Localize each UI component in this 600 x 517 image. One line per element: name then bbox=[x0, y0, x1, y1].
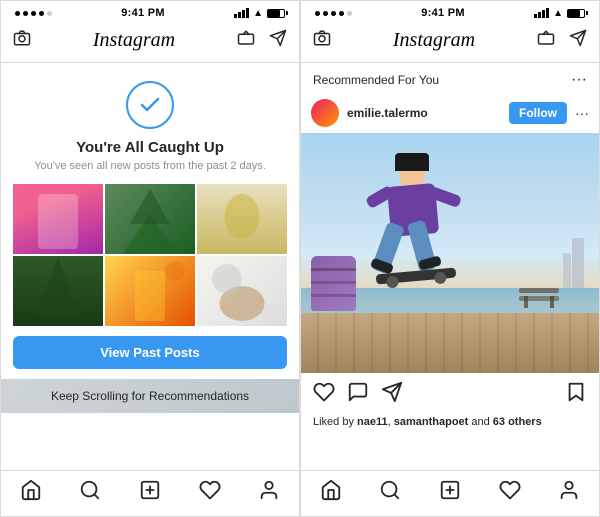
action-icons-left bbox=[313, 381, 403, 408]
like-icon[interactable] bbox=[313, 381, 335, 408]
top-nav-right: Instagram bbox=[301, 23, 599, 63]
battery-icon bbox=[267, 9, 285, 18]
send-icon[interactable] bbox=[269, 29, 287, 52]
camera-icon-right[interactable] bbox=[313, 29, 331, 52]
caught-subtitle: You've seen all new posts from the past … bbox=[14, 160, 286, 172]
status-icons-right: ▲ bbox=[534, 8, 585, 19]
liked-by-text: Liked by nae11, samanthapoet and 63 othe… bbox=[313, 416, 542, 428]
comment-icon[interactable] bbox=[347, 381, 369, 408]
share-icon[interactable] bbox=[381, 381, 403, 408]
status-time-right: 9:41 PM bbox=[421, 7, 465, 19]
recommended-more-icon[interactable]: ··· bbox=[571, 71, 587, 89]
avatar[interactable] bbox=[311, 99, 339, 127]
tv-icon-right[interactable] bbox=[537, 29, 555, 52]
home-icon[interactable] bbox=[20, 479, 42, 506]
battery-icon-right bbox=[567, 9, 585, 18]
signal-dots-right bbox=[315, 11, 352, 16]
status-bar-left: 9:41 PM ▲ bbox=[1, 1, 299, 23]
post-image bbox=[301, 133, 599, 373]
check-circle bbox=[126, 81, 174, 129]
follow-button[interactable]: Follow bbox=[509, 102, 567, 124]
add-post-icon[interactable] bbox=[139, 479, 161, 506]
username[interactable]: emilie.talermo bbox=[347, 106, 428, 120]
nav-right-left bbox=[237, 29, 287, 52]
add-post-icon-right[interactable] bbox=[439, 479, 461, 506]
post-header-right: Follow ··· bbox=[509, 102, 589, 124]
liked-by: Liked by nae11, samanthapoet and 63 othe… bbox=[301, 416, 599, 434]
view-past-posts-button[interactable]: View Past Posts bbox=[13, 336, 287, 369]
photo-grid bbox=[13, 184, 287, 326]
post-user: emilie.talermo bbox=[311, 99, 428, 127]
status-icons-left: ▲ bbox=[234, 8, 285, 19]
camera-icon[interactable] bbox=[13, 29, 31, 52]
grid-cell-5 bbox=[105, 256, 195, 326]
save-icon[interactable] bbox=[565, 381, 587, 408]
tv-icon[interactable] bbox=[237, 29, 255, 52]
app-title-right: Instagram bbox=[393, 29, 475, 52]
grid-cell-4 bbox=[13, 256, 103, 326]
heart-icon-right[interactable] bbox=[499, 479, 521, 506]
post-header: emilie.talermo Follow ··· bbox=[301, 93, 599, 133]
heart-icon[interactable] bbox=[199, 479, 221, 506]
keep-scrolling-banner[interactable]: Keep Scrolling for Recommendations bbox=[1, 379, 299, 413]
status-bar-right: 9:41 PM ▲ bbox=[301, 1, 599, 23]
skater-figure bbox=[361, 163, 481, 323]
top-nav-left: Instagram bbox=[1, 23, 299, 63]
send-icon-right[interactable] bbox=[569, 29, 587, 52]
wifi-icon: ▲ bbox=[253, 8, 263, 19]
wifi-icon-right: ▲ bbox=[553, 8, 563, 19]
signal-bars-icon bbox=[234, 8, 249, 18]
recommended-label: Recommended For You bbox=[313, 73, 439, 87]
home-icon-right[interactable] bbox=[320, 479, 342, 506]
search-icon-right[interactable] bbox=[379, 479, 401, 506]
caught-up-section: You're All Caught Up You've seen all new… bbox=[1, 63, 299, 184]
grid-cell-2 bbox=[105, 184, 195, 254]
recommended-section: Recommended For You ··· bbox=[301, 63, 599, 93]
bottom-nav-left bbox=[1, 470, 299, 516]
profile-icon[interactable] bbox=[258, 479, 280, 506]
bottom-nav-right bbox=[301, 470, 599, 516]
status-time-left: 9:41 PM bbox=[121, 7, 165, 19]
right-phone: 9:41 PM ▲ Instagram bbox=[300, 0, 600, 517]
caught-title: You're All Caught Up bbox=[76, 139, 224, 156]
grid-cell-1 bbox=[13, 184, 103, 254]
left-scroll-area: You're All Caught Up You've seen all new… bbox=[1, 63, 299, 470]
grid-cell-3 bbox=[197, 184, 287, 254]
post-more-icon[interactable]: ··· bbox=[575, 105, 589, 121]
post-actions bbox=[301, 373, 599, 416]
grid-cell-6 bbox=[197, 256, 287, 326]
nav-right-right bbox=[537, 29, 587, 52]
signal-bars-icon-right bbox=[534, 8, 549, 18]
left-phone: 9:41 PM ▲ Instagram bbox=[0, 0, 300, 517]
signal-dots bbox=[15, 11, 52, 16]
profile-icon-right[interactable] bbox=[558, 479, 580, 506]
keep-scrolling-label: Keep Scrolling for Recommendations bbox=[51, 389, 249, 403]
app-title-left: Instagram bbox=[93, 29, 175, 52]
search-icon[interactable] bbox=[79, 479, 101, 506]
